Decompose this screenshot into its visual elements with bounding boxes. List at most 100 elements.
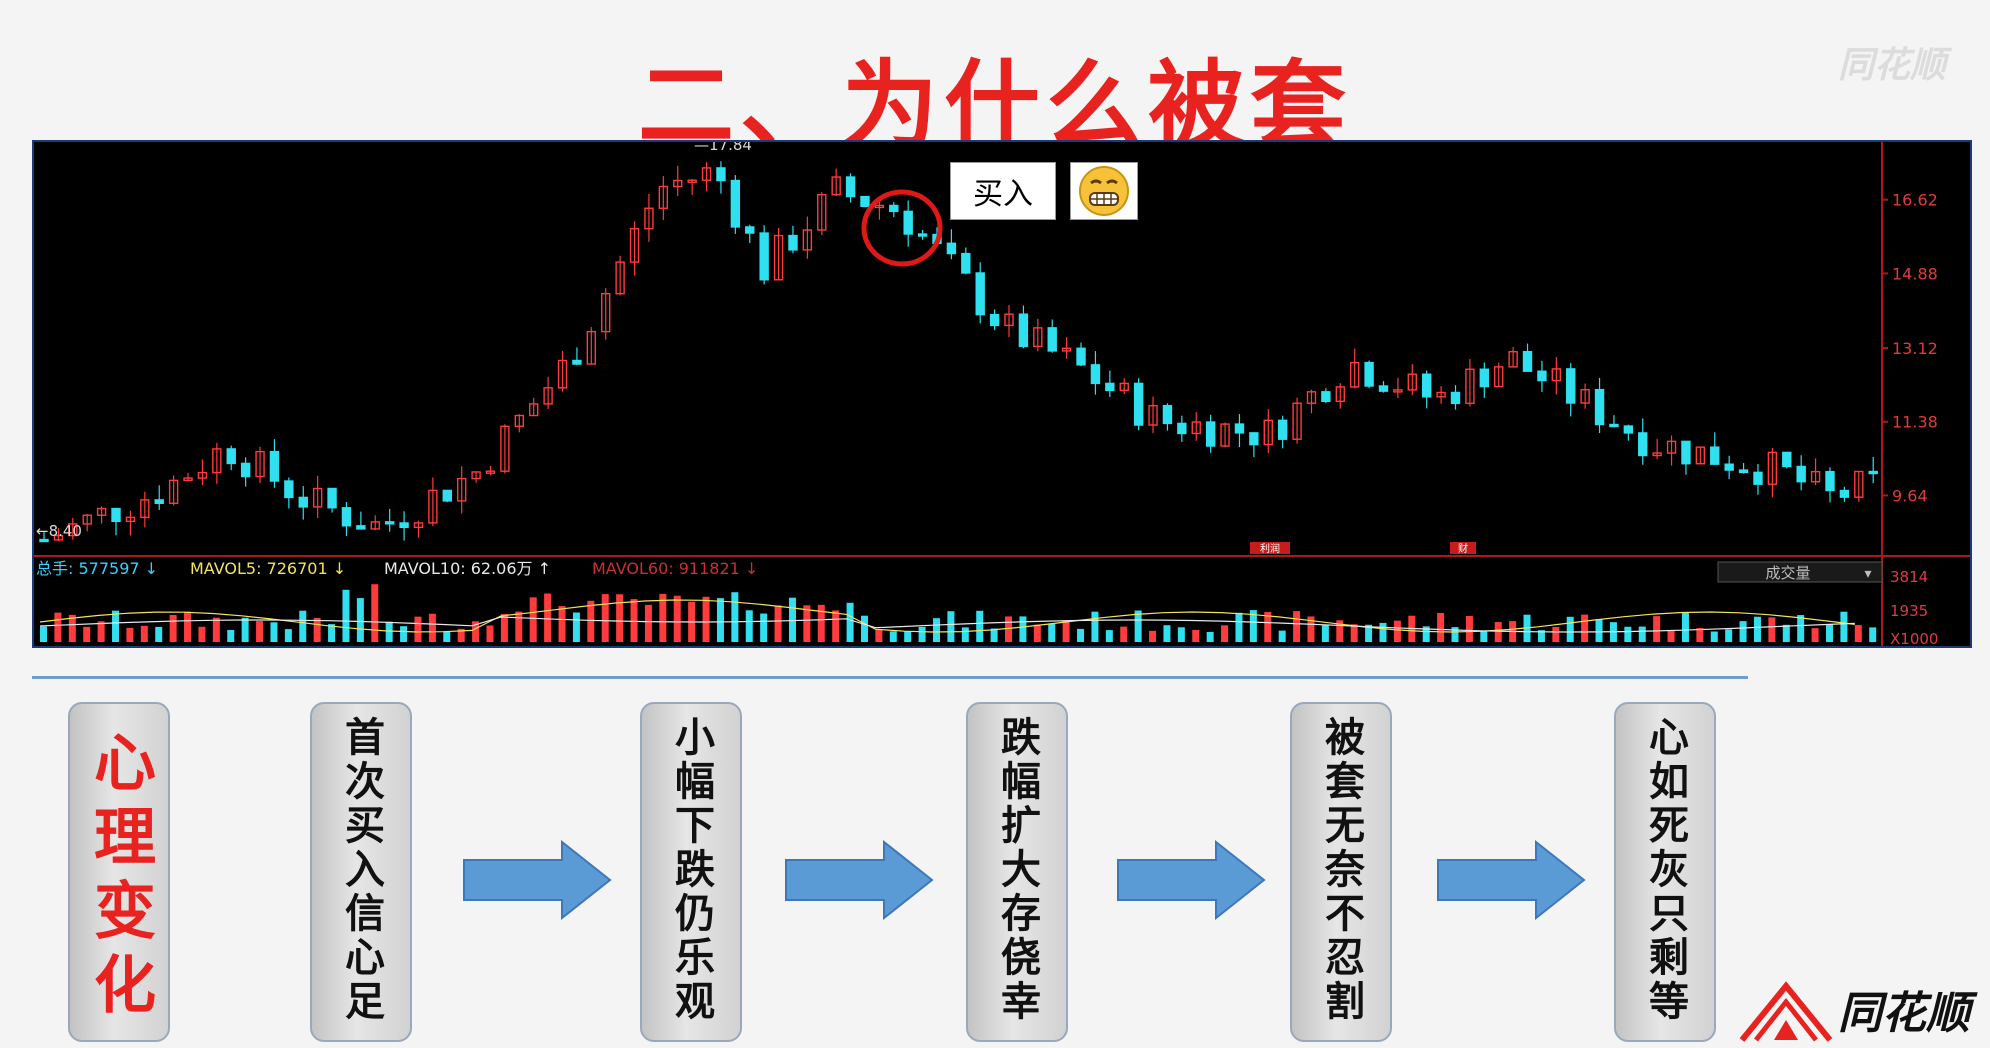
candle-body: [111, 507, 121, 523]
volume-bar: [1033, 624, 1041, 642]
volume-bar: [1379, 622, 1387, 642]
volume-bar: [572, 612, 580, 642]
volume-tick-label: 3814: [1890, 568, 1928, 586]
volume-bar: [558, 606, 566, 642]
volume-bar: [1768, 617, 1776, 642]
volume-bar: [227, 630, 235, 642]
candle-body: [1738, 469, 1749, 474]
mavol5-label: MAVOL5: 726701 ↓: [190, 559, 346, 578]
candle-body: [1321, 391, 1331, 403]
volume-bar: [731, 592, 739, 642]
volume-bar: [1782, 624, 1790, 642]
volume-bar: [1653, 616, 1661, 642]
volume-bar: [788, 597, 796, 642]
volume-bar: [198, 626, 206, 642]
candle-body: [1681, 440, 1691, 465]
volume-bar: [587, 600, 595, 642]
volume-bar: [1681, 612, 1689, 642]
volume-bar: [1019, 616, 1027, 642]
volume-bar: [1739, 621, 1747, 642]
volume-bar: [860, 615, 868, 642]
volume-bar: [313, 617, 321, 642]
candle-body: [572, 359, 582, 365]
volume-bar: [1005, 616, 1013, 642]
candle-body: [1018, 313, 1029, 348]
volume-bar: [932, 618, 940, 642]
buy-point-circle: [861, 189, 943, 267]
candle-body: [716, 167, 726, 182]
step-5: 心如死灰只剩等: [1614, 702, 1716, 1042]
candle-body: [384, 521, 395, 525]
step-2: 小幅下跌仍乐观: [640, 702, 742, 1042]
candle-body: [1249, 432, 1259, 446]
volume-bar: [515, 611, 523, 642]
candle-body: [759, 232, 769, 281]
volume-bar: [673, 595, 681, 642]
volume-bar: [270, 622, 278, 642]
candle-body: [1105, 382, 1115, 392]
volume-bar: [428, 613, 436, 642]
candle-body: [989, 313, 1000, 327]
candle-body: [961, 252, 971, 274]
candle-body: [903, 210, 913, 235]
volume-bar: [1062, 620, 1070, 642]
price-tick-label: 9.64: [1892, 486, 1928, 505]
volume-bar: [803, 605, 811, 642]
volume-bar: [1321, 624, 1329, 642]
candle-body: [1753, 471, 1763, 485]
volume-bar: [342, 589, 350, 642]
price-tick-label: 16.62: [1892, 191, 1938, 210]
volume-bar: [1494, 622, 1502, 642]
volume-bar: [1235, 612, 1243, 642]
volume-bar: [400, 626, 408, 642]
right-arrow-icon: [1117, 840, 1266, 920]
volume-bar: [97, 621, 105, 642]
candle-body: [1782, 451, 1792, 468]
volume-bar: [126, 627, 134, 642]
right-arrow-icon: [1437, 840, 1586, 920]
candle-body: [284, 480, 294, 499]
volume-bar: [889, 631, 897, 642]
step-1: 首次买入信心足: [310, 702, 412, 1042]
candle-body: [1609, 423, 1619, 428]
volume-bar: [284, 629, 292, 642]
candle-body: [154, 499, 164, 504]
volume-bar: [1595, 619, 1603, 642]
volume-bar: [1624, 626, 1632, 642]
volume-bar: [1221, 625, 1229, 642]
volume-bar: [1797, 615, 1805, 642]
volume-bar: [716, 598, 724, 642]
price-tick-label: 14.88: [1892, 264, 1938, 283]
volume-bar: [1465, 615, 1473, 642]
event-marker-label: 利润: [1260, 542, 1280, 555]
volume-bar: [544, 593, 552, 642]
logo-text: 同花顺: [1838, 988, 1970, 1039]
watermark: 同花顺: [1837, 45, 1946, 86]
volume-bar: [760, 613, 768, 642]
volume-bar: [54, 612, 62, 642]
candle-body: [1076, 347, 1086, 366]
indicator-selector-label: 成交量: [1765, 564, 1810, 582]
right-arrow-icon: [785, 840, 934, 920]
volume-bar: [1667, 629, 1675, 642]
candle-body: [889, 204, 899, 213]
volume-bar: [414, 616, 422, 642]
step-label: 心理变化: [83, 730, 156, 1026]
volume-bar: [976, 610, 984, 642]
volume-bar: [1480, 630, 1488, 642]
volume-bar: [112, 610, 120, 642]
candle-body: [788, 234, 798, 251]
candle-body: [341, 507, 352, 527]
candle-body: [356, 525, 366, 530]
volume-bar: [601, 594, 609, 642]
candle-body: [240, 462, 251, 478]
candle-body: [975, 272, 985, 316]
volume-bar: [990, 628, 998, 642]
candle-body: [269, 450, 280, 482]
volume-bar: [1177, 627, 1185, 642]
volume-bar: [702, 596, 710, 642]
volume-bar: [1393, 620, 1401, 642]
volume-bar: [356, 598, 364, 642]
volume-bar: [1091, 611, 1099, 642]
volume-bar: [371, 584, 379, 642]
